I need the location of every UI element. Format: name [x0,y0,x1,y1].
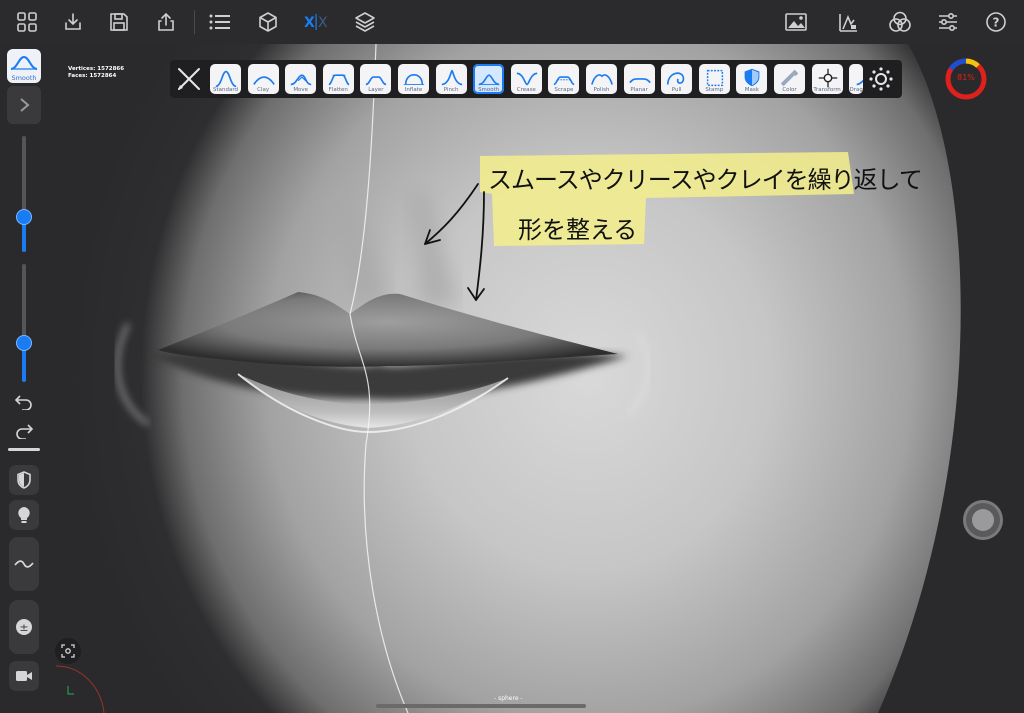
scene-list-icon[interactable] [205,7,235,37]
vertices-count: Vertices: 1572866 [68,66,125,72]
grid-menu-icon[interactable] [12,7,42,37]
shading-icon[interactable] [885,7,915,37]
intensity-slider-knob[interactable] [16,335,32,351]
tool-standard[interactable]: Standard [210,64,241,94]
tool-label: Pinch [443,87,459,93]
light-toggle-button[interactable] [9,500,39,530]
tool-label: Planar [630,87,648,93]
tool-label: Layer [368,87,384,93]
undo-icon[interactable] [9,387,39,417]
smooth-brush-icon [10,55,38,70]
faces-count: Faces: 1572864 [68,73,117,79]
tool-label: Inflate [404,87,423,93]
collapse-toggle-button[interactable] [7,86,41,124]
tool-smooth[interactable]: Smooth [473,64,505,94]
tool-planar[interactable]: Planar [623,64,655,94]
tool-label: Stamp [705,87,724,93]
object-name-label: - sphere - [494,695,523,702]
tool-scrape[interactable]: Scrape [548,64,580,94]
svg-text:±: ± [19,621,28,634]
viewport-3d[interactable]: スムースやクリースやクレイを繰り返して 形を整える - sphere - [48,44,1024,713]
app-root: XX ? スムースやクリースやクレイを繰り返して 形を整える - sphere … [0,0,1024,713]
tool-stamp[interactable]: Stamp [698,64,730,94]
help-icon[interactable]: ? [981,7,1011,37]
memory-gauge-label: 81% [957,73,975,82]
invert-toggle-button[interactable]: ± [9,600,39,654]
svg-text:X: X [304,15,315,31]
home-indicator [376,704,586,708]
tool-flatten[interactable]: Flatten [322,64,354,94]
tool-inflate[interactable]: Inflate [398,64,429,94]
material-icon[interactable] [833,7,863,37]
tool-clay[interactable]: Clay [247,64,279,94]
tool-label: Smooth [478,87,500,93]
tool-transform[interactable]: Transform [811,64,843,94]
tool-pull[interactable]: Pull [661,64,693,94]
tool-mask[interactable]: Mask [736,64,768,94]
left-sidebar: Smooth ± [0,44,48,713]
svg-text:X: X [318,15,328,31]
redo-icon[interactable] [9,416,39,446]
memory-gauge: 81% [944,57,988,101]
sculpted-sphere-mesh [116,44,1024,713]
toolbar-divider [194,10,195,34]
settings-sliders-icon[interactable] [933,7,963,37]
plus-minus-icon: ± [16,619,32,635]
sculpt-tool-palette: Standard Clay Move Flatten Layer Inflate Pinch… [170,60,902,98]
wave-icon [14,560,34,568]
tool-polish[interactable]: Polish [586,64,617,94]
tool-drag[interactable]: Drag [849,64,864,94]
tool-label: Clay [257,87,270,93]
background-image-icon[interactable] [781,7,811,37]
mask-toggle-button[interactable] [9,465,39,495]
top-toolbar: XX ? [0,0,1024,44]
tool-label: Color [782,87,797,93]
toggle-tools-icon[interactable] [174,64,204,94]
save-icon[interactable] [104,7,134,37]
tool-crease[interactable]: Crease [510,64,542,94]
floating-pick-button[interactable] [966,503,1000,537]
camera-icon [16,671,32,681]
annotation-line-2: 形を整える [518,216,638,244]
focus-icon [61,644,75,658]
tool-label: Standard [212,87,239,93]
svg-text:?: ? [993,16,1000,30]
tool-label: Flatten [328,87,348,93]
tool-label: Polish [593,87,610,93]
share-icon[interactable] [151,7,181,37]
tool-label: Drag [849,87,863,93]
tool-label: Pull [671,87,682,93]
active-tool-thumbnail[interactable]: Smooth [7,49,41,83]
tool-label: Mask [744,87,759,93]
tool-label: Crease [516,87,536,93]
tool-color[interactable]: Color [774,64,805,94]
cube-icon[interactable] [253,7,283,37]
stroke-type-button[interactable] [9,537,39,591]
tool-label: Scrape [554,87,574,93]
chevron-right-icon [20,98,30,112]
import-icon[interactable] [58,7,88,37]
sidebar-divider [8,448,40,451]
annotation-line-1: スムースやクリースやクレイを繰り返して [488,166,923,194]
lightbulb-icon [18,507,30,523]
tool-layer[interactable]: Layer [360,64,392,94]
view-gizmo[interactable] [55,656,106,713]
tool-label: Move [293,87,309,93]
layers-icon[interactable] [350,7,380,37]
tool-settings-icon[interactable] [867,65,895,93]
shield-icon [17,471,31,489]
radius-slider-knob[interactable] [16,209,32,225]
symmetry-icon[interactable]: XX [301,7,331,37]
tool-label: Transform [813,87,841,93]
frame-view-button[interactable] [55,638,81,664]
camera-button[interactable] [9,661,39,691]
active-tool-label: Smooth [11,74,37,82]
tool-move[interactable]: Move [285,64,317,94]
tool-pinch[interactable]: Pinch [435,64,467,94]
